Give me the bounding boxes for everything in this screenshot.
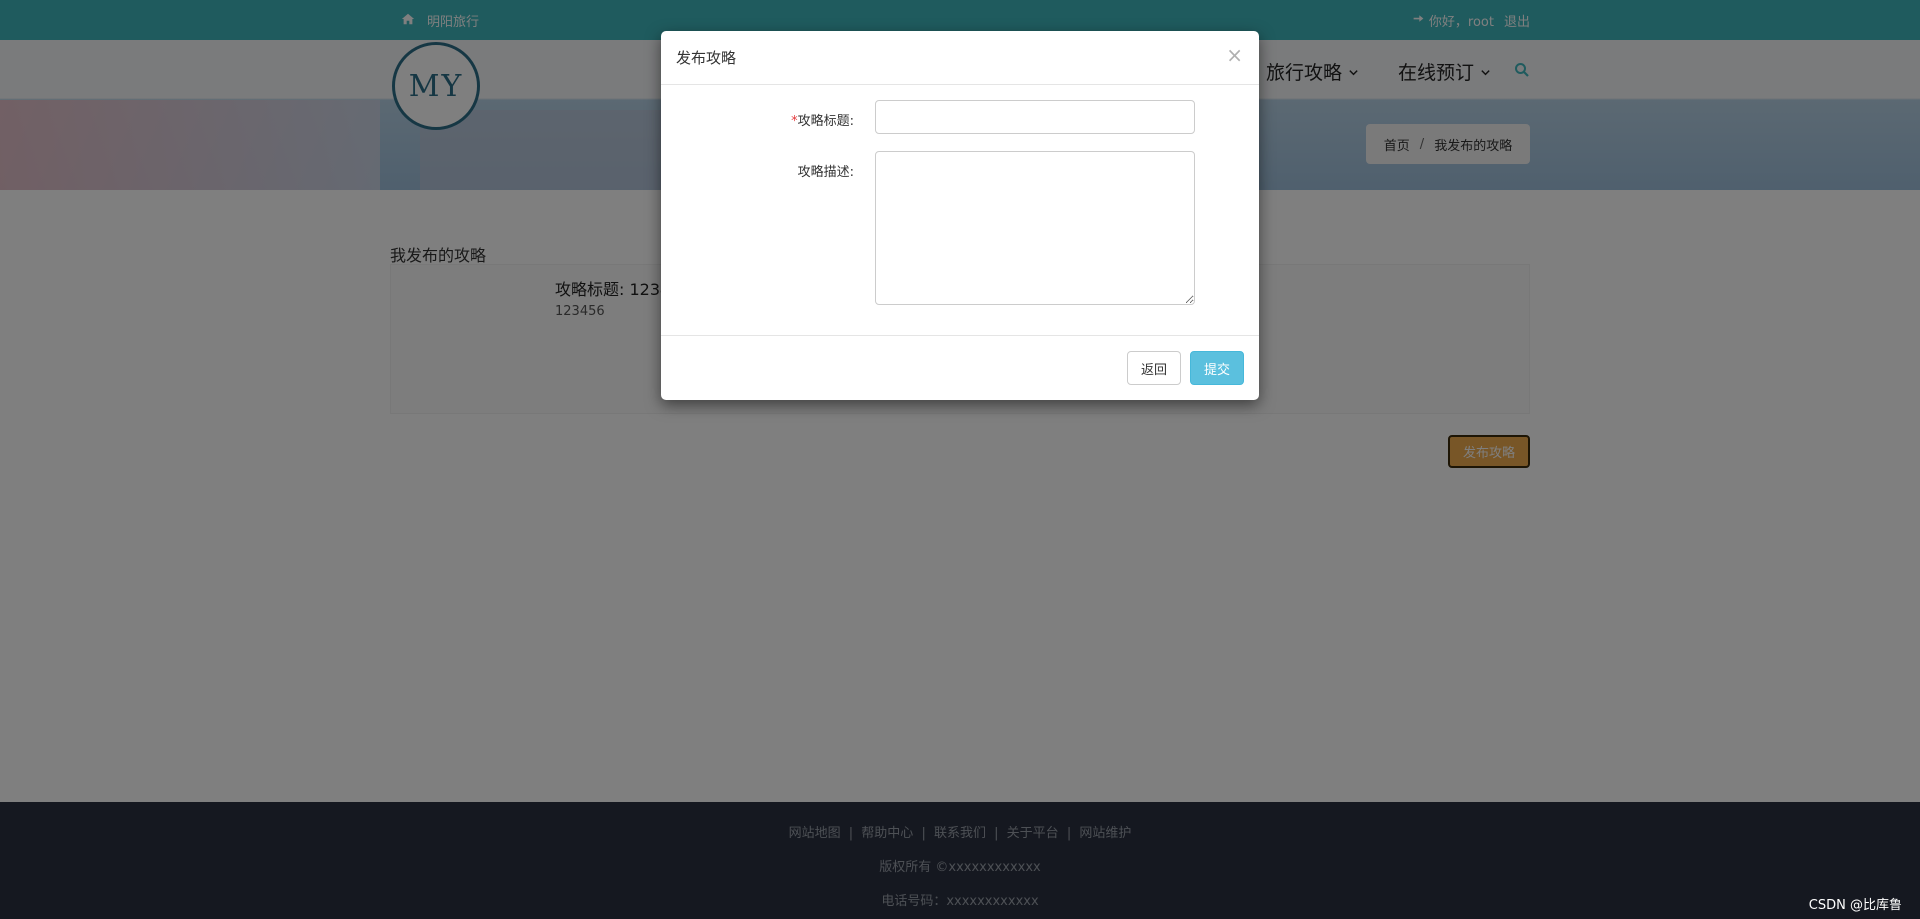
guide-title-input[interactable] xyxy=(875,100,1195,134)
guide-description-textarea[interactable] xyxy=(875,151,1195,305)
title-label-text: 攻略标题: xyxy=(797,114,854,129)
close-icon[interactable]: × xyxy=(1226,45,1243,65)
title-field-label: *攻略标题: xyxy=(734,110,854,129)
publish-guide-modal: 发布攻略 × *攻略标题: 攻略描述: 返回 提交 xyxy=(661,31,1259,400)
back-button[interactable]: 返回 xyxy=(1127,351,1181,385)
modal-title: 发布攻略 xyxy=(676,49,737,67)
modal-header: 发布攻略 × xyxy=(661,31,1259,85)
description-field-label: 攻略描述: xyxy=(797,165,854,180)
watermark: CSDN @比库鲁 xyxy=(1808,898,1902,913)
submit-button[interactable]: 提交 xyxy=(1190,351,1244,385)
